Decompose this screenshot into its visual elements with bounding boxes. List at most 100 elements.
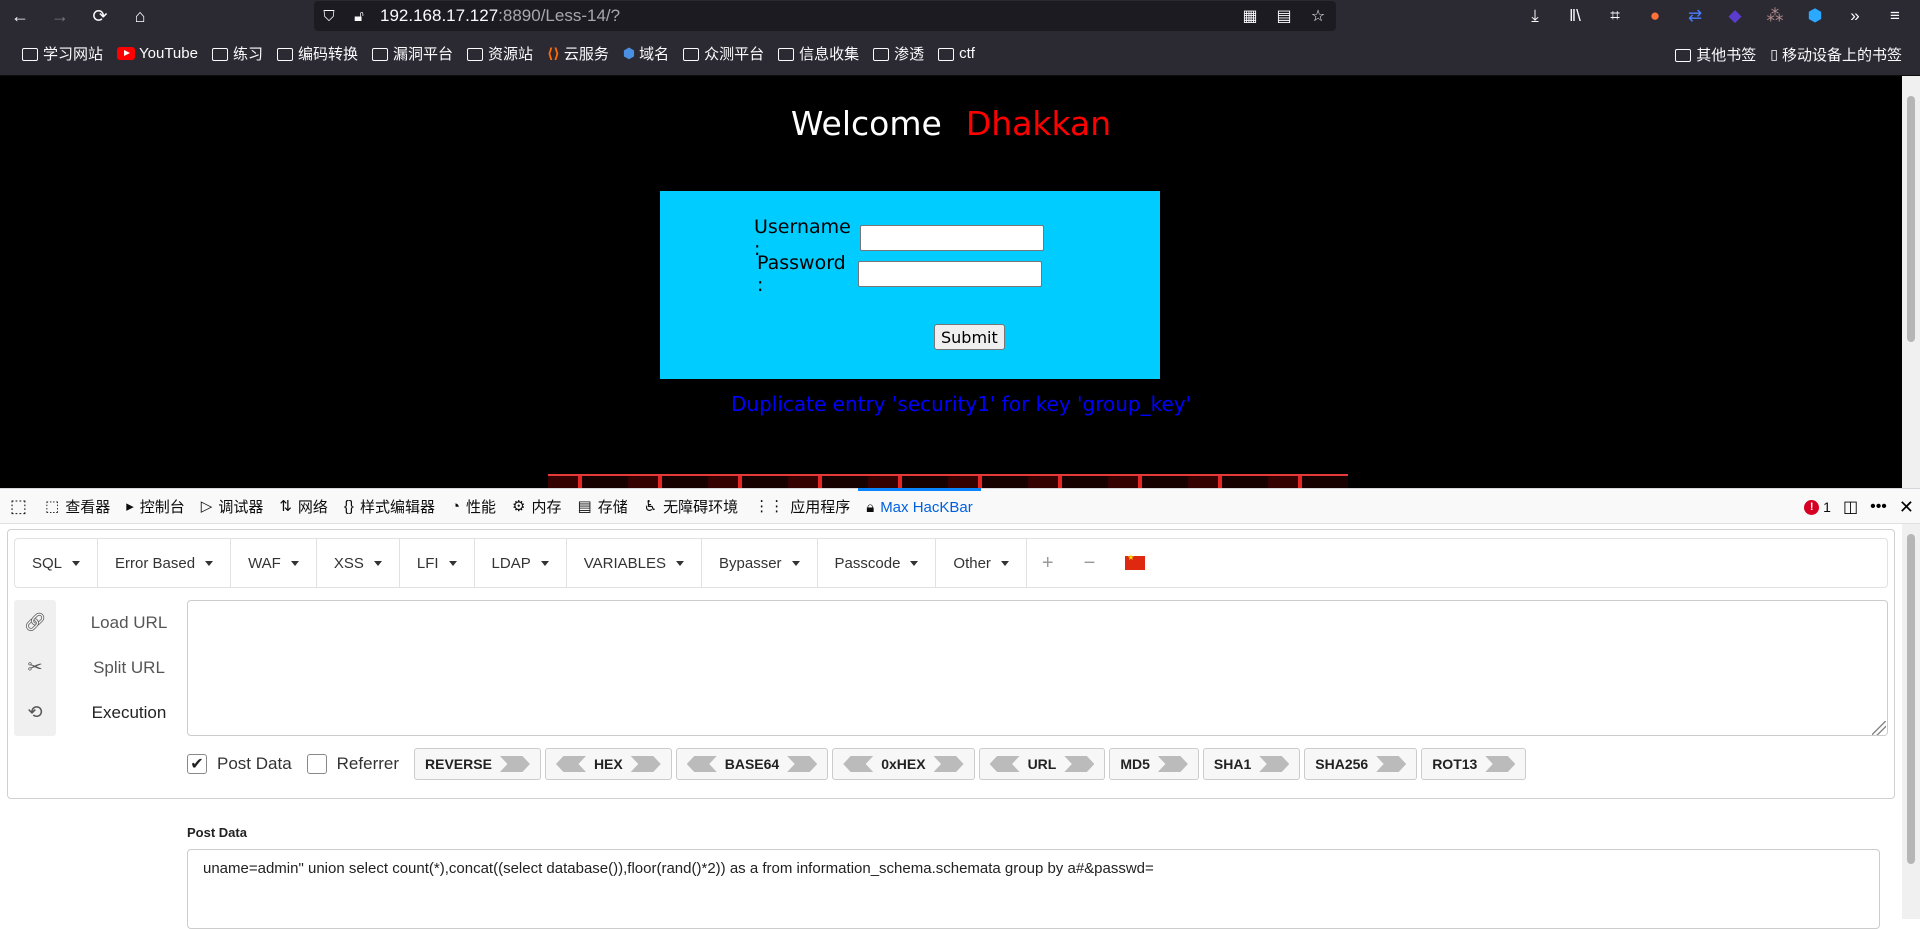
chevron-right-icon[interactable] xyxy=(933,756,964,772)
bookmark-item[interactable]: 资源站 xyxy=(467,43,533,64)
menu-icon[interactable]: ≡ xyxy=(1878,0,1912,32)
bookmark-item[interactable]: 学习网站 xyxy=(22,43,103,64)
back-icon[interactable]: ← xyxy=(0,0,40,32)
encoder-button[interactable]: HEX xyxy=(544,748,672,780)
more-options-icon[interactable]: ••• xyxy=(1870,498,1887,516)
devtools-tab[interactable]: ⇅ 网络 xyxy=(271,488,336,524)
extension-fox-icon[interactable]: ● xyxy=(1638,0,1672,32)
language-button[interactable] xyxy=(1110,539,1160,587)
hackbar-menu-item[interactable]: VARIABLES xyxy=(567,539,702,587)
devtools-tab[interactable]: 🔒︎ Max HacKBar xyxy=(858,488,981,524)
reload-icon[interactable]: ⟳ xyxy=(80,0,120,32)
bookmark-item[interactable]: 渗透 xyxy=(873,43,924,64)
star-icon[interactable]: ☆ xyxy=(1306,5,1330,27)
scissors-icon[interactable]: ✂ xyxy=(14,645,56,690)
bookmark-item[interactable]: 信息收集 xyxy=(778,43,859,64)
bookmark-item[interactable]: 练习 xyxy=(211,43,263,64)
empty-checkbox-icon[interactable] xyxy=(306,754,327,774)
extension-hex-icon[interactable]: ⬢ xyxy=(1798,0,1832,32)
minus-icon[interactable]: − xyxy=(1069,539,1111,587)
refresh-icon[interactable]: ⟲ xyxy=(14,690,56,735)
bookmark-item[interactable]: ⬢ 域名 xyxy=(623,43,669,64)
chevron-right-icon[interactable] xyxy=(1157,756,1188,772)
insecure-lock-icon[interactable]: 🔓︎ xyxy=(344,8,374,25)
devtools-tab[interactable]: {} 样式编辑器 xyxy=(336,488,443,524)
encoder-button[interactable]: 0xHEX xyxy=(832,748,975,780)
extension-dots-icon[interactable]: ⁂ xyxy=(1758,0,1792,32)
chevron-left-icon[interactable] xyxy=(989,756,1020,772)
chevron-right-icon[interactable] xyxy=(1485,756,1516,772)
bookmark-item[interactable]: 编码转换 xyxy=(276,43,358,64)
bookmark-item[interactable]: 其他书签 xyxy=(1675,44,1756,65)
url-text[interactable]: 192.168.17.127:8890/Less-14/? xyxy=(380,6,620,26)
shield-icon[interactable]: ⛉ xyxy=(314,8,344,25)
qr-code-icon[interactable]: ▦ xyxy=(1238,5,1262,27)
home-icon[interactable]: ⌂ xyxy=(120,0,160,32)
execution-button[interactable]: Execution xyxy=(64,690,194,735)
overflow-chevron-icon[interactable]: » xyxy=(1838,0,1872,32)
extension-cube-icon[interactable]: ◆ xyxy=(1718,0,1752,32)
chevron-right-icon[interactable] xyxy=(630,756,661,772)
extension-sync-icon[interactable]: ⇄ xyxy=(1678,0,1712,32)
devtools-tab[interactable]: ▤ 存储 xyxy=(570,488,636,524)
encoder-button[interactable]: MD5 xyxy=(1109,748,1199,780)
bookmark-item[interactable]: 漏洞平台 xyxy=(372,43,453,64)
close-devtools-icon[interactable]: ✕ xyxy=(1899,497,1914,518)
devtools-tab[interactable]: ◔ 性能 xyxy=(443,488,504,524)
hackbar-menu-item[interactable]: Passcode xyxy=(818,539,937,587)
bookmark-item[interactable]: ctf xyxy=(938,45,975,62)
devtools-tab[interactable]: ⋮⋮ 应用程序 xyxy=(746,488,858,524)
chevron-right-icon[interactable] xyxy=(787,756,818,772)
split-url-button[interactable]: Split URL xyxy=(64,645,194,690)
resize-grip-icon[interactable] xyxy=(1872,721,1886,735)
chevron-right-icon[interactable] xyxy=(1064,756,1095,772)
username-input[interactable] xyxy=(860,225,1044,251)
chevron-left-icon[interactable] xyxy=(555,756,586,772)
chevron-left-icon[interactable] xyxy=(843,756,874,772)
post-data-checkbox[interactable]: ✔ Post Data xyxy=(187,754,292,774)
page-scrollbar[interactable] xyxy=(1902,76,1920,488)
encoder-button[interactable]: SHA1 xyxy=(1202,748,1301,780)
bookmark-item[interactable]: ▯ 移动设备上的书签 xyxy=(1770,44,1902,65)
download-icon[interactable]: ⤓ xyxy=(1518,0,1552,32)
encoder-button[interactable]: BASE64 xyxy=(675,748,829,780)
url-bar[interactable]: ⛉ 🔓︎ 192.168.17.127:8890/Less-14/? ▦ ▤ ☆ xyxy=(314,1,1336,31)
checkmark-icon[interactable]: ✔ xyxy=(187,754,207,774)
dock-icon[interactable]: ◫ xyxy=(1843,497,1858,517)
referrer-checkbox[interactable]: Referrer xyxy=(306,754,399,774)
password-input[interactable] xyxy=(858,261,1042,287)
encoder-button[interactable]: ROT13 xyxy=(1421,748,1527,780)
hackbar-menu-item[interactable]: SQL xyxy=(15,539,99,587)
url-textarea[interactable] xyxy=(187,600,1888,736)
library-icon[interactable]: ‖\ xyxy=(1558,0,1592,32)
bookmark-item[interactable]: ⟨⟩ 云服务 xyxy=(547,43,609,64)
devtools-tab[interactable]: ⚙ 内存 xyxy=(504,488,569,524)
devtools-scroll-thumb[interactable] xyxy=(1907,534,1915,864)
hackbar-menu-item[interactable]: LDAP xyxy=(475,539,567,587)
chevron-right-icon[interactable] xyxy=(1259,756,1290,772)
crop-icon[interactable]: ⌗ xyxy=(1598,0,1632,32)
pick-element-icon[interactable]: ⬚ xyxy=(0,488,37,524)
hackbar-menu-item[interactable]: Bypasser xyxy=(702,539,818,587)
plus-icon[interactable]: + xyxy=(1027,539,1069,587)
encoder-button[interactable]: URL xyxy=(978,748,1106,780)
bookmark-item[interactable]: 众测平台 xyxy=(683,43,764,64)
chevron-left-icon[interactable] xyxy=(686,756,717,772)
devtools-scrollbar[interactable] xyxy=(1902,524,1920,919)
load-url-button[interactable]: Load URL xyxy=(64,600,194,645)
devtools-tab[interactable]: ⬚ 查看器 xyxy=(37,488,118,524)
chevron-right-icon[interactable] xyxy=(1376,756,1407,772)
link-icon[interactable]: 🔗︎ xyxy=(14,600,56,645)
submit-button[interactable]: Submit xyxy=(934,324,1005,350)
reader-icon[interactable]: ▤ xyxy=(1272,5,1296,27)
forward-icon[interactable]: → xyxy=(40,0,80,32)
hackbar-menu-item[interactable]: LFI xyxy=(400,539,475,587)
error-counter[interactable]: ! 1 xyxy=(1804,499,1831,515)
hackbar-menu-item[interactable]: WAF xyxy=(231,539,317,587)
post-data-textarea[interactable]: uname=admin" union select count(*),conca… xyxy=(187,849,1880,929)
encoder-button[interactable]: REVERSE xyxy=(414,748,541,780)
hackbar-menu-item[interactable]: Other xyxy=(936,539,1027,587)
encoder-button[interactable]: SHA256 xyxy=(1304,748,1418,780)
devtools-tab[interactable]: ♿ 无障碍环境 xyxy=(636,488,746,524)
devtools-tab[interactable]: ▸ 控制台 xyxy=(118,488,193,524)
